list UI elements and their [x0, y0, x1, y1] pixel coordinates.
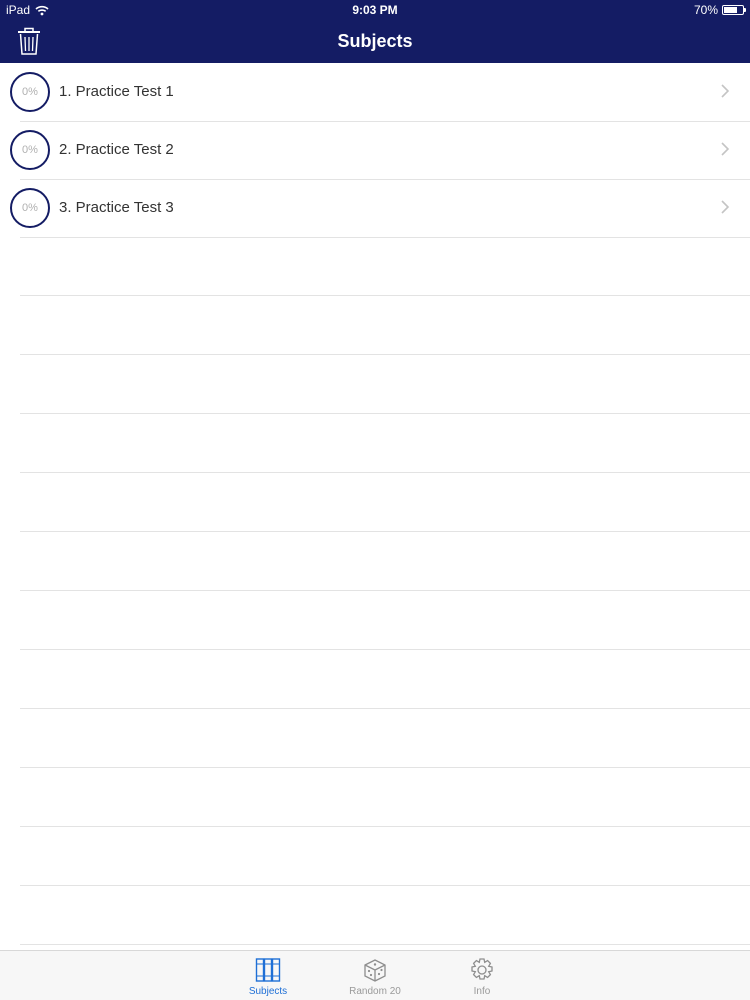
books-icon [255, 958, 281, 982]
empty-row [20, 296, 750, 355]
top-bar: iPad 9:03 PM 70% Subjects [0, 0, 750, 63]
progress-badge: 0% [10, 72, 50, 112]
subject-row-3[interactable]: 0% 3. Practice Test 3 [0, 179, 750, 238]
subject-row-2[interactable]: 0% 2. Practice Test 2 [0, 121, 750, 180]
gear-icon [471, 958, 493, 980]
empty-row [20, 237, 750, 296]
progress-badge: 0% [10, 130, 50, 170]
dice-icon [364, 959, 386, 982]
tab-subjects[interactable]: Subjects [233, 957, 303, 997]
chevron-right-icon [721, 84, 730, 98]
battery-percent: 70% [693, 3, 718, 17]
progress-badge: 0% [10, 188, 50, 228]
empty-row [20, 709, 750, 768]
navigation-bar: Subjects [0, 20, 750, 63]
empty-row [20, 650, 750, 709]
chevron-right-icon [721, 142, 730, 156]
subjects-list: 0% 1. Practice Test 1 0% 2. Practice Tes… [0, 63, 750, 950]
empty-row [20, 827, 750, 886]
tab-bar: Subjects Random 20 Info [0, 950, 750, 1000]
subject-title: 3. Practice Test 3 [59, 199, 174, 216]
empty-row [20, 473, 750, 532]
empty-row [20, 886, 750, 945]
tab-info[interactable]: Info [447, 957, 517, 997]
status-time: 9:03 PM [352, 3, 398, 17]
subject-row-1[interactable]: 0% 1. Practice Test 1 [0, 63, 750, 122]
tab-label: Subjects [248, 986, 288, 997]
tab-label: Random 20 [349, 986, 401, 997]
subject-title: 2. Practice Test 2 [59, 141, 174, 158]
chevron-right-icon [721, 200, 730, 214]
empty-row [20, 532, 750, 591]
tab-label: Info [473, 986, 491, 997]
page-title: Subjects [337, 31, 413, 51]
tab-random-20[interactable]: Random 20 [340, 957, 410, 997]
empty-row [20, 591, 750, 650]
empty-row [20, 355, 750, 414]
empty-row [20, 414, 750, 473]
battery-icon [722, 5, 746, 15]
status-bar: iPad 9:03 PM 70% [0, 0, 750, 20]
empty-row [20, 768, 750, 827]
subject-title: 1. Practice Test 1 [59, 83, 174, 100]
